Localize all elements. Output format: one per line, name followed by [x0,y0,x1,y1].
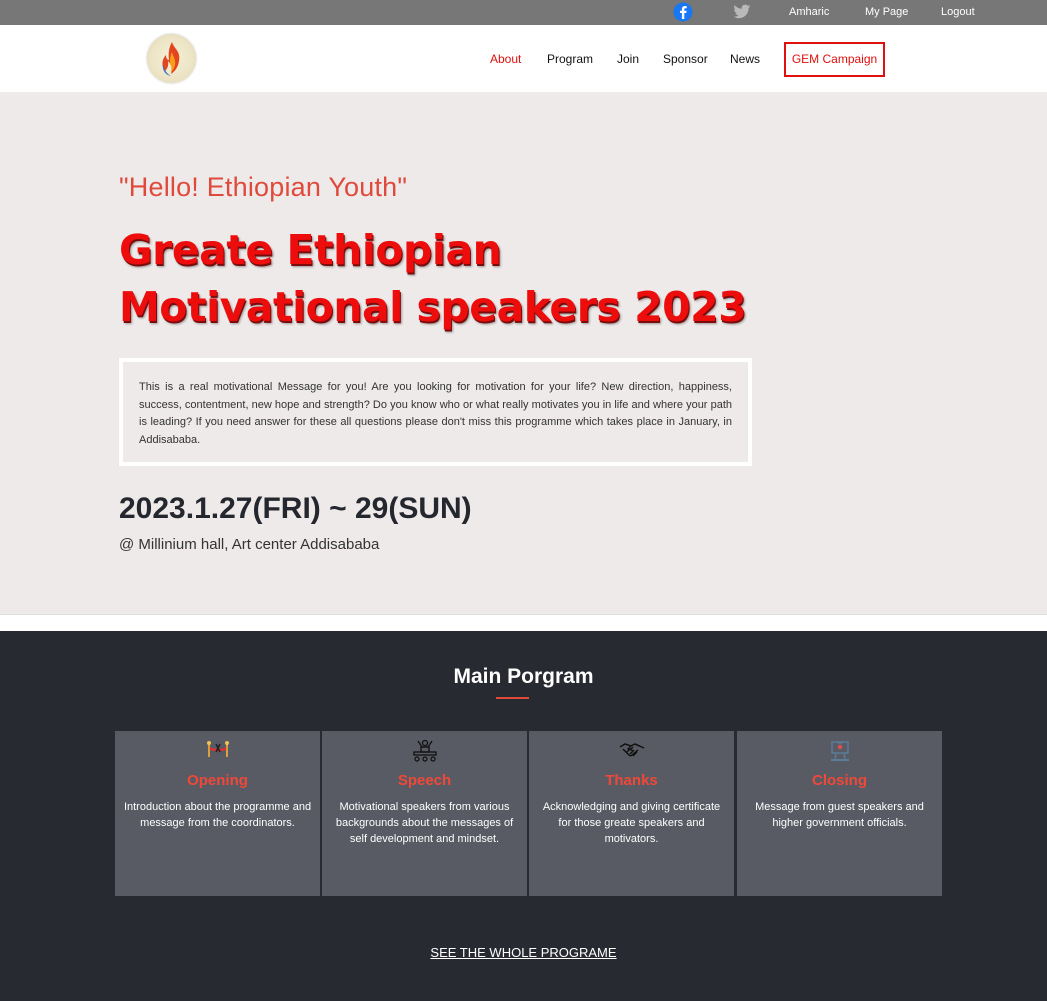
event-venue: @ Millinium hall, Art center Addisababa [119,536,380,553]
program-card-thanks[interactable]: Thanks Acknowledging and giving certific… [529,731,734,896]
hero-title-line-2: Motivational speakers 2023 [119,283,747,331]
hero-description-box: This is a real motivational Message for … [119,358,752,466]
see-whole-program-link[interactable]: SEE THE WHOLE PROGRAME [0,945,1047,960]
flame-logo-icon[interactable] [147,34,196,83]
program-card-desc: Introduction about the programme and mes… [123,801,312,829]
twitter-icon[interactable] [733,4,751,20]
nav-join[interactable]: Join [617,25,639,92]
program-card-desc: Message from guest speakers and higher g… [755,801,924,829]
hero-title-line-1: Greate Ethiopian [119,226,502,274]
ribbon-cutting-icon [115,739,320,765]
program-card-desc: Motivational speakers from various backg… [335,801,514,845]
program-card-opening[interactable]: Opening Introduction about the programme… [115,731,320,896]
hero-description: This is a real motivational Message for … [139,381,732,446]
program-card-title: Speech [397,772,452,789]
program-card-desc: Acknowledging and giving certificate for… [542,801,721,845]
gem-campaign-button[interactable]: GEM Campaign [784,42,885,77]
main-header: About Program Join Sponsor News GEM Camp… [0,25,1047,92]
nav-sponsor[interactable]: Sponsor [663,25,708,92]
hero-section: "Hello! Ethiopian Youth" Greate Ethiopia… [0,92,1047,614]
amharic-link[interactable]: Amharic [789,0,829,25]
program-card-title: Closing [812,772,867,789]
facebook-icon[interactable] [672,2,694,22]
program-title-underline [496,697,529,699]
program-card-title: Thanks [605,772,658,789]
program-card-title: Opening [187,772,248,789]
handshake-icon [529,739,734,765]
top-utility-bar: Amharic My Page Logout [0,0,1047,25]
nav-about[interactable]: About [490,25,521,92]
nav-news[interactable]: News [730,25,760,92]
hero-subtitle: "Hello! Ethiopian Youth" [119,172,408,202]
nav-program[interactable]: Program [547,25,593,92]
official-podium-icon [737,739,942,765]
program-title: Main Porgram [453,665,594,688]
speaker-stage-icon [322,739,527,765]
my-page-link[interactable]: My Page [865,0,908,25]
main-program-section: Main Porgram Opening Introduction about … [0,631,1047,1001]
event-date: 2023.1.27(FRI) ~ 29(SUN) [119,492,472,525]
logout-link[interactable]: Logout [941,0,975,25]
program-card-closing[interactable]: Closing Message from guest speakers and … [737,731,942,896]
hero-title: Greate Ethiopian Motivational speakers 2… [119,222,839,336]
section-divider [0,614,1047,631]
program-card-speech[interactable]: Speech Motivational speakers from variou… [322,731,527,896]
